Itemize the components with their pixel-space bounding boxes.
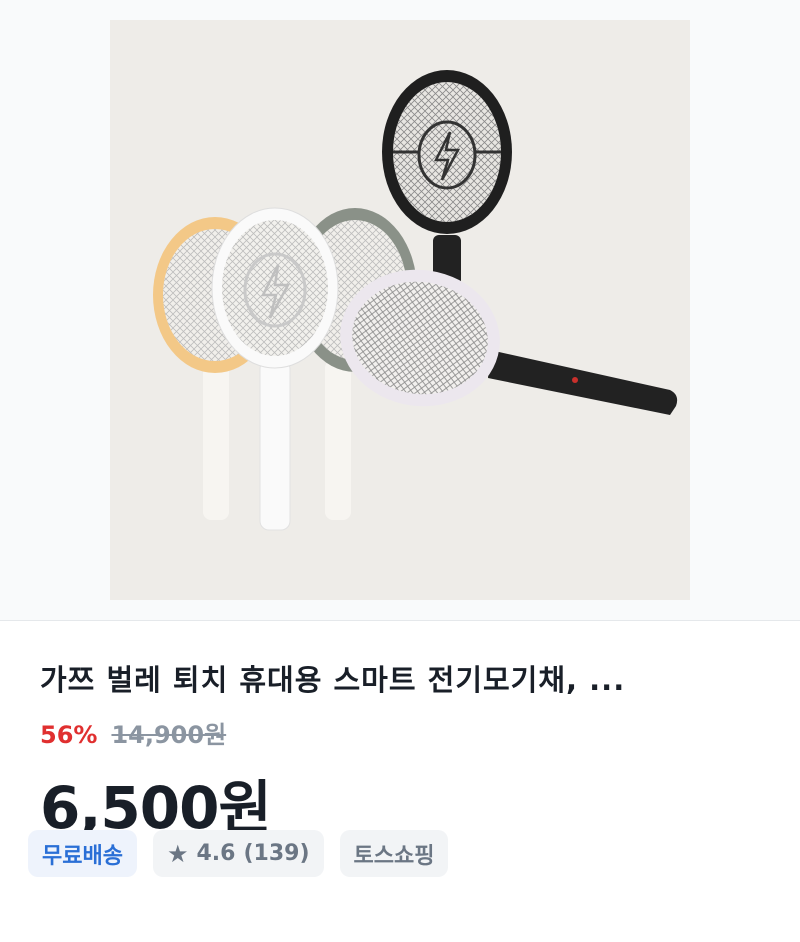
product-title[interactable]: 가쯔 벌레 퇴치 휴대용 스마트 전기모기채, ... [40,657,760,699]
store-name: 토스쇼핑 [353,843,435,869]
original-price: 14,900원 [111,721,227,749]
price-row: 56% 14,900원 [40,715,226,750]
product-info: 가쯔 벌레 퇴치 휴대용 스마트 전기모기채, ... 56% 14,900원 … [0,621,800,942]
rating-value: 4.6 [196,841,236,866]
chip-row: 무료배송 ★ 4.6 (139) 토스쇼핑 [28,830,449,877]
racket-photo [110,20,690,600]
star-icon: ★ [166,839,189,868]
free-shipping-chip: 무료배송 [28,830,137,877]
discount-rate: 56% [40,721,98,749]
store-chip[interactable]: 토스쇼핑 [339,830,449,877]
review-count: (139) [243,841,310,866]
free-shipping-label: 무료배송 [42,843,123,869]
product-image-area [0,0,800,620]
product-image[interactable] [110,20,690,600]
rating-chip[interactable]: ★ 4.6 (139) [152,830,324,877]
